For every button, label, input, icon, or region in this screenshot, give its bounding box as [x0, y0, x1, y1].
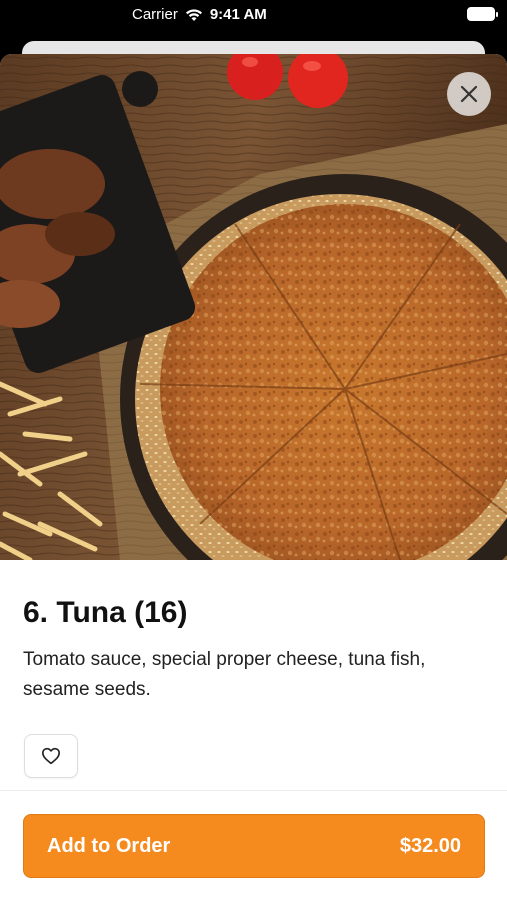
divider	[0, 790, 507, 791]
product-title: 6. Tuna (16)	[23, 596, 188, 629]
product-description: Tomato sauce, special proper cheese, tun…	[23, 649, 426, 700]
product-image	[0, 54, 507, 560]
status-bar: Carrier 9:41 AM	[0, 0, 507, 40]
favorite-button[interactable]	[24, 734, 78, 778]
close-button[interactable]	[447, 72, 491, 116]
close-icon	[460, 85, 478, 103]
price-label: $32.00	[399, 834, 461, 857]
pizza-photo	[0, 54, 507, 560]
status-left: Carrier 9:41 AM	[132, 6, 267, 23]
heart-icon	[41, 747, 60, 765]
wifi-icon	[185, 8, 202, 21]
add-to-order-button[interactable]: Add to Order $32.00	[23, 814, 485, 878]
clock: 9:41 AM	[209, 6, 267, 23]
add-to-order-label: Add to Order	[47, 834, 171, 857]
carrier-label: Carrier	[132, 6, 178, 23]
battery-icon	[467, 7, 498, 21]
product-sheet: 6. Tuna (16) Tomato sauce, special prope…	[0, 54, 507, 900]
